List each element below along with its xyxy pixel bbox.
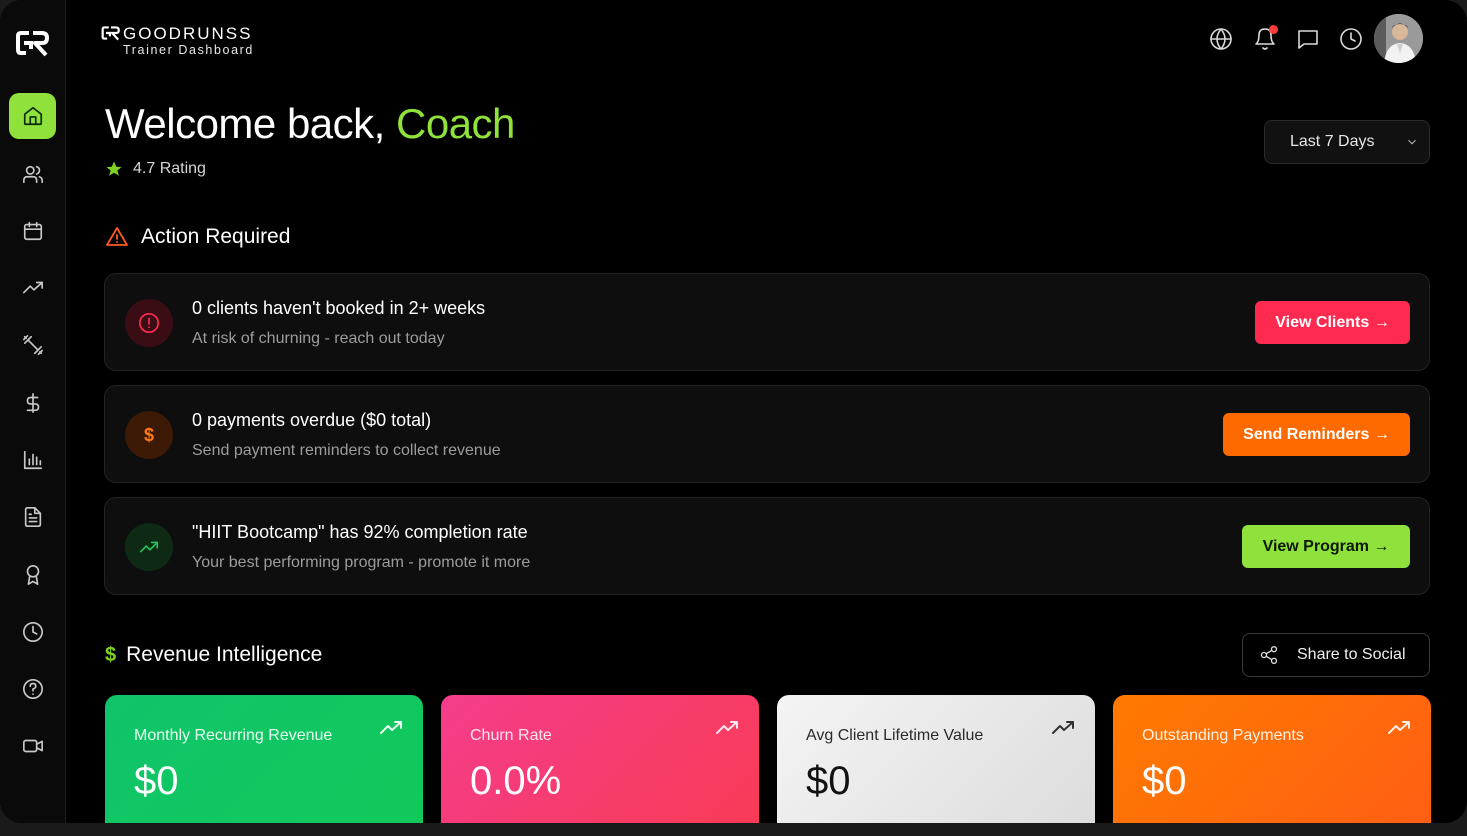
metric-value: $0 — [1142, 759, 1187, 803]
dollar-icon: $ — [125, 411, 173, 459]
metric-value: 0.0% — [470, 759, 562, 803]
welcome-prefix: Welcome back, — [105, 100, 396, 147]
brand-logo-icon[interactable] — [15, 27, 51, 59]
document-icon — [24, 507, 41, 527]
sidebar-item-workouts[interactable] — [9, 322, 56, 368]
share-label: Share to Social — [1297, 646, 1406, 663]
avatar[interactable] — [1374, 14, 1423, 63]
metric-label: Churn Rate — [470, 727, 552, 744]
sidebar-item-analytics[interactable] — [9, 437, 56, 483]
bar-chart-icon — [23, 450, 42, 470]
video-icon — [22, 739, 43, 753]
trending-up-icon — [380, 721, 402, 734]
action-required-heading: Action Required — [105, 225, 290, 249]
page-title: Welcome back, Coach — [105, 100, 515, 148]
trending-up-icon — [22, 281, 43, 294]
alert-circle-icon — [139, 313, 159, 333]
help-icon — [22, 679, 43, 699]
action-card-title: "HIIT Bootcamp" has 92% completion rate — [192, 522, 528, 542]
sidebar-item-help[interactable] — [9, 666, 56, 712]
rating: 4.7 Rating — [105, 160, 206, 178]
view-clients-button[interactable]: View Clients → — [1255, 301, 1410, 344]
brand-subtitle: Trainer Dashboard — [123, 43, 254, 57]
metric-card-mrr[interactable]: Monthly Recurring Revenue $0 — [105, 695, 423, 823]
globe-icon — [1210, 28, 1232, 50]
dumbbell-icon — [22, 335, 43, 355]
sidebar-item-achievements[interactable] — [9, 552, 56, 598]
history-button[interactable] — [1338, 26, 1364, 52]
action-card-title: 0 payments overdue ($0 total) — [192, 410, 432, 430]
metric-value: $0 — [134, 759, 179, 803]
home-icon — [23, 106, 42, 126]
date-range-value: Last 7 Days — [1290, 133, 1375, 150]
share-to-social-button[interactable]: Share to Social — [1242, 633, 1430, 677]
metric-label: Outstanding Payments — [1142, 727, 1304, 744]
metric-card-ltv[interactable]: Avg Client Lifetime Value $0 — [777, 695, 1095, 823]
messages-button[interactable] — [1295, 26, 1321, 52]
star-icon — [106, 161, 122, 176]
notification-dot — [1269, 25, 1278, 34]
sidebar-item-calendar[interactable] — [9, 208, 56, 254]
send-reminders-button[interactable]: Send Reminders → — [1223, 413, 1410, 456]
language-button[interactable] — [1208, 26, 1234, 52]
metric-card-churn[interactable]: Churn Rate 0.0% — [441, 695, 759, 823]
action-card-program: "HIIT Bootcamp" has 92% completion rate … — [104, 497, 1430, 595]
calendar-icon — [23, 221, 42, 241]
sidebar-item-history[interactable] — [9, 609, 56, 655]
dollar-icon — [26, 393, 39, 413]
chevron-down-icon — [1408, 139, 1416, 145]
metric-card-outstanding[interactable]: Outstanding Payments $0 — [1113, 695, 1431, 823]
brand-name: GOODRUNSS — [123, 24, 253, 43]
share-icon — [1260, 646, 1278, 664]
metric-label: Monthly Recurring Revenue — [134, 727, 333, 744]
action-card-subtitle: At risk of churning - reach out today — [192, 330, 445, 347]
clock-icon — [1340, 28, 1362, 50]
section-title: Revenue Intelligence — [126, 643, 323, 666]
rating-text: 4.7 Rating — [133, 160, 206, 177]
welcome-name: Coach — [396, 100, 515, 147]
revenue-heading: $ Revenue Intelligence — [105, 643, 322, 667]
metric-label: Avg Client Lifetime Value — [806, 727, 984, 744]
view-program-button[interactable]: View Program → — [1242, 525, 1410, 568]
action-card-clients: 0 clients haven't booked in 2+ weeks At … — [104, 273, 1430, 371]
sidebar-item-trends[interactable] — [9, 265, 56, 311]
users-icon — [22, 165, 43, 184]
sidebar — [0, 0, 66, 823]
trending-up-icon — [716, 721, 738, 734]
warning-icon — [106, 227, 128, 246]
brand-logo-icon — [101, 26, 120, 41]
action-card-payments: $ 0 payments overdue ($0 total) Send pay… — [104, 385, 1430, 483]
sidebar-item-payments[interactable] — [9, 380, 56, 426]
ac-icon-wrap — [125, 299, 173, 347]
action-card-title: 0 clients haven't booked in 2+ weeks — [192, 298, 486, 318]
avatar-photo — [1374, 14, 1423, 63]
sidebar-item-clients[interactable] — [9, 151, 56, 197]
notifications-button[interactable] — [1252, 25, 1278, 52]
clock-icon — [22, 622, 43, 642]
dollar-icon: $ — [105, 643, 117, 666]
award-icon — [26, 565, 39, 585]
trending-up-icon — [139, 541, 159, 553]
app-window: GOODRUNSS Trainer Dashboard Welcome back… — [0, 0, 1467, 823]
sidebar-item-home[interactable] — [9, 93, 56, 139]
sidebar-item-documents[interactable] — [9, 494, 56, 540]
message-icon — [1298, 30, 1318, 49]
trending-up-icon — [1052, 721, 1074, 734]
metric-value: $0 — [806, 759, 851, 803]
date-range-select[interactable]: Last 7 Days — [1264, 120, 1430, 164]
action-card-subtitle: Your best performing program - promote i… — [192, 554, 531, 571]
ac-icon-wrap — [125, 523, 173, 571]
section-title: Action Required — [141, 225, 291, 248]
action-card-subtitle: Send payment reminders to collect revenu… — [192, 442, 501, 459]
trending-up-icon — [1388, 721, 1410, 734]
sidebar-item-video[interactable] — [9, 723, 56, 769]
